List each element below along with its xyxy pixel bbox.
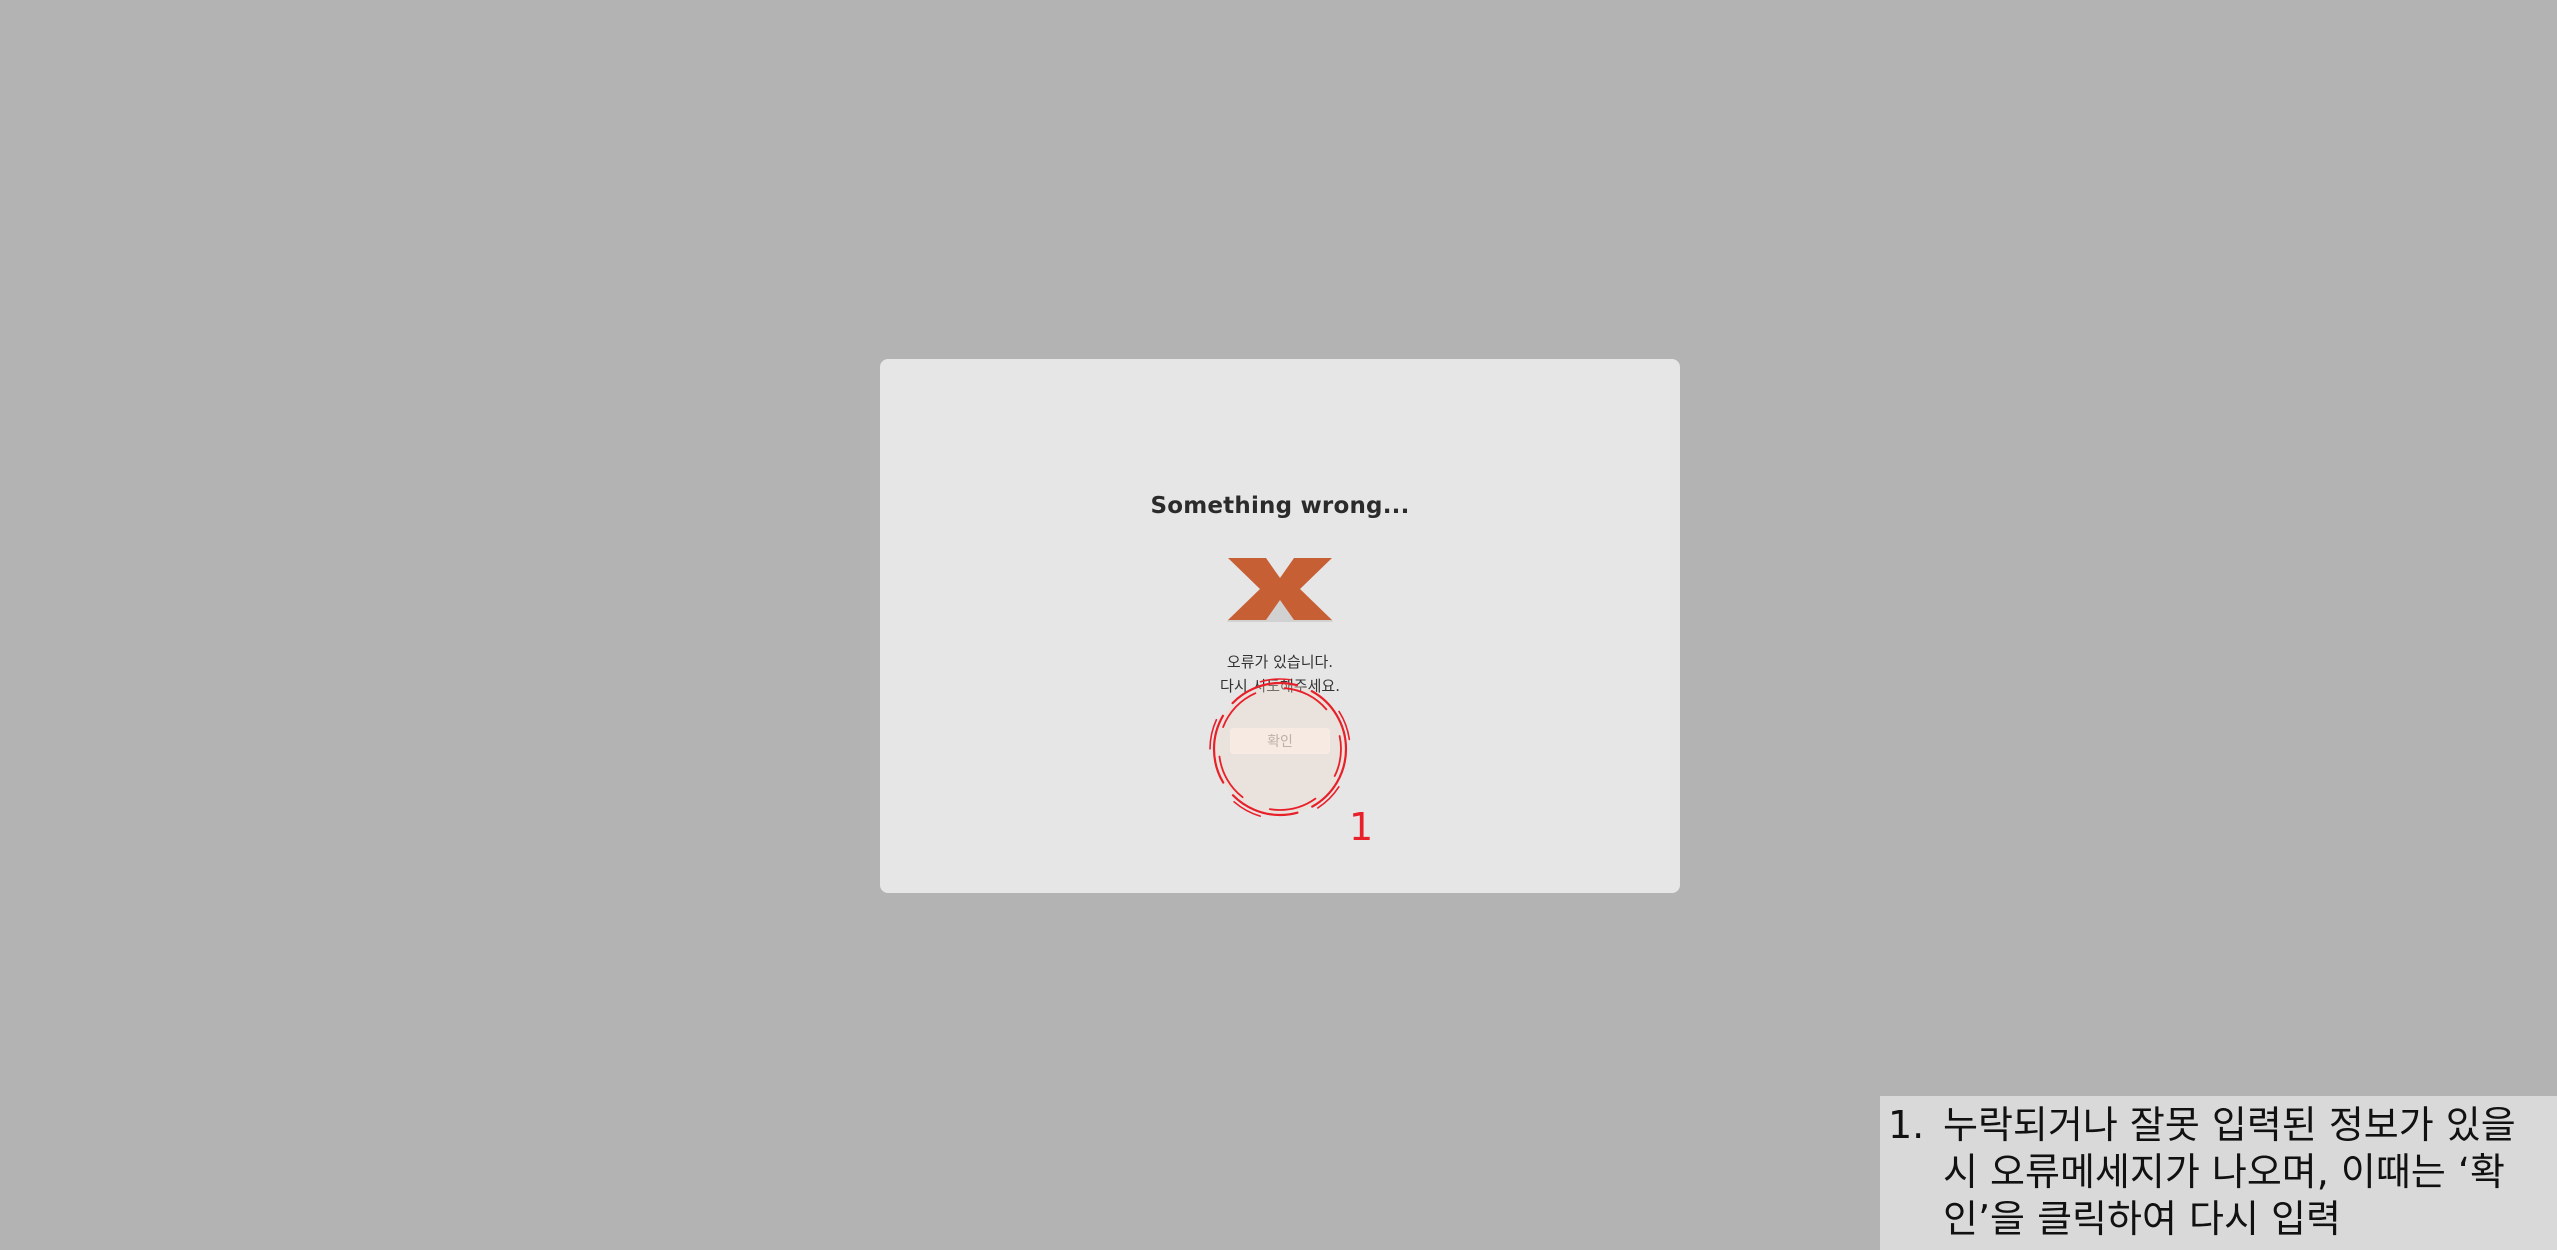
step-number-label: 1 <box>1349 805 1374 849</box>
error-message-line: 다시 시도해주세요. <box>1220 677 1340 695</box>
note-number: 1. <box>1888 1103 1925 1147</box>
confirm-button[interactable]: 확인 <box>1230 728 1330 754</box>
error-message: 오류가 있습니다. 다시 시도해주세요. <box>880 650 1680 698</box>
error-dialog: Something wrong... 오류가 있습니다. 다시 시도해주세요. … <box>880 359 1680 893</box>
note-text: 누락되거나 잘못 입력된 정보가 있을 시 오류메세지가 나오며, 이때는 ‘확… <box>1943 1102 2551 1243</box>
note-line: 시 오류메세지가 나오며, 이때는 ‘확 <box>1943 1150 2505 1194</box>
note-line: 인’을 클릭하여 다시 입력 <box>1943 1197 2341 1241</box>
error-x-icon <box>1227 558 1333 622</box>
dialog-title: Something wrong... <box>1150 493 1410 519</box>
error-message-line: 오류가 있습니다. <box>1226 653 1334 671</box>
note-line: 누락되거나 잘못 입력된 정보가 있을 <box>1943 1103 2516 1147</box>
instruction-note: 1. 누락되거나 잘못 입력된 정보가 있을 시 오류메세지가 나오며, 이때는… <box>1880 1096 2557 1250</box>
